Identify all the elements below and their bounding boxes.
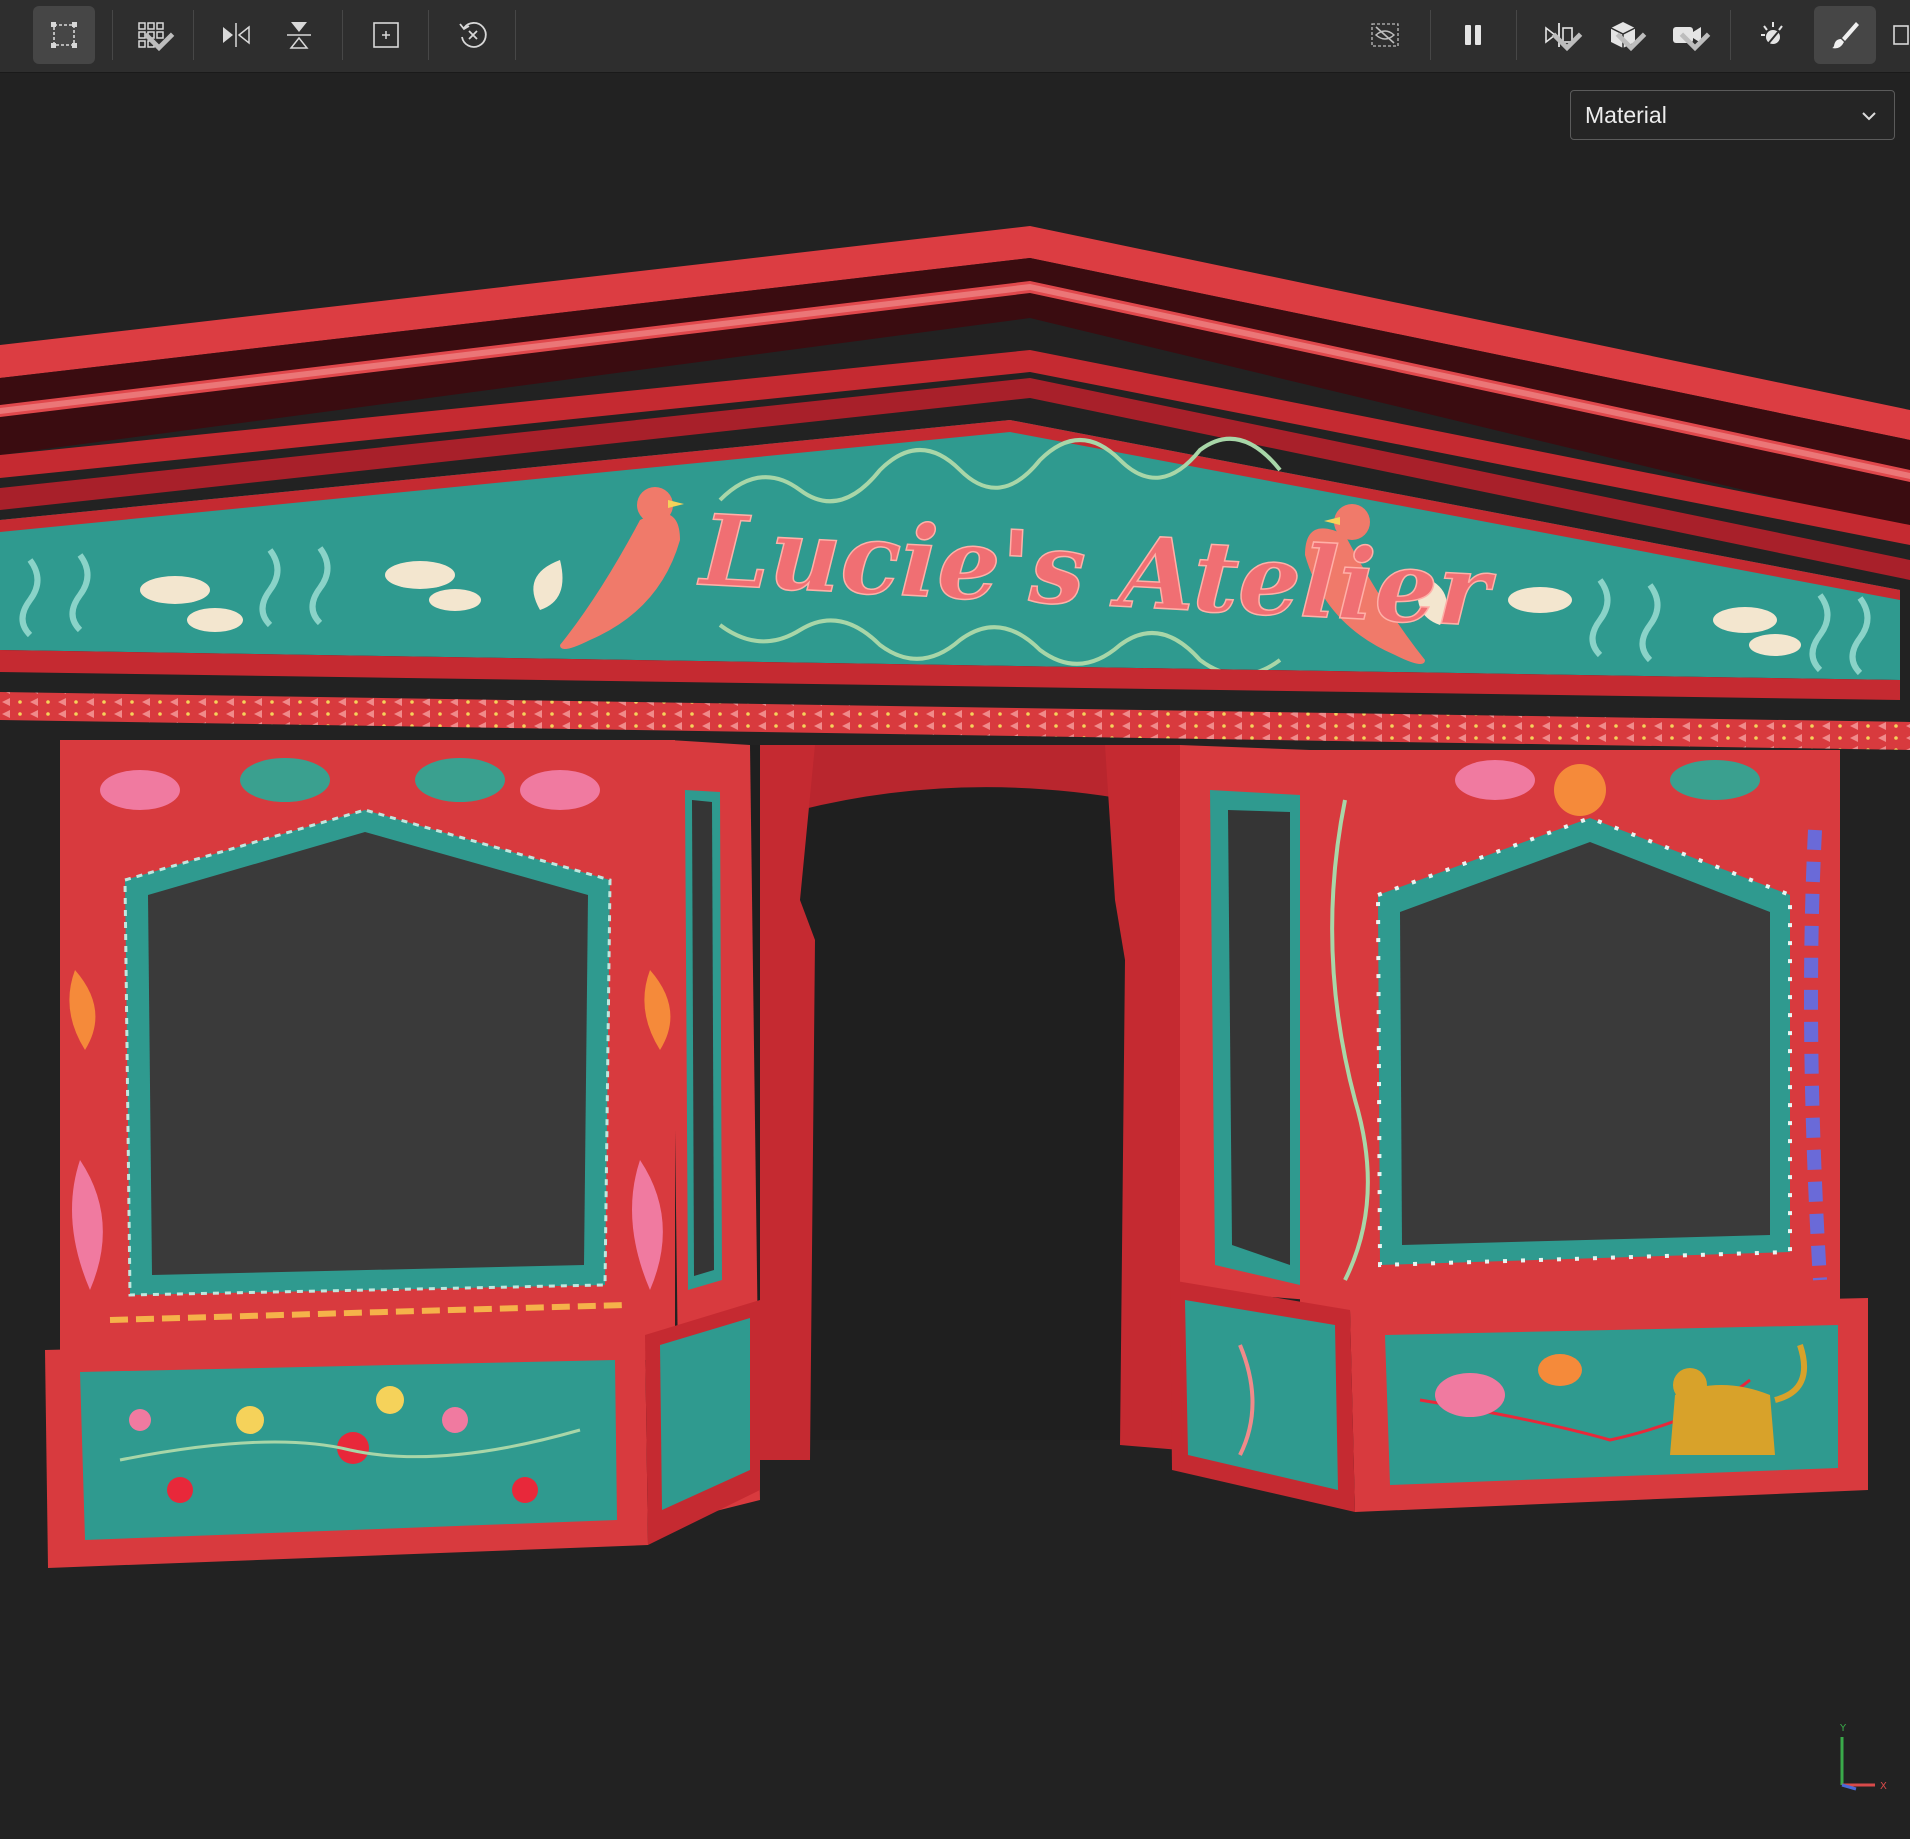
flip-horizontal-icon xyxy=(223,23,250,47)
frame-selection-button[interactable] xyxy=(355,6,417,64)
paint-brush-button[interactable] xyxy=(1814,6,1876,64)
panel-icon xyxy=(1893,25,1909,45)
light-icon xyxy=(1761,22,1783,45)
reset-icon xyxy=(459,22,487,48)
pause-button[interactable] xyxy=(1442,6,1504,64)
select-bounds-button[interactable] xyxy=(33,6,95,64)
pause-icon xyxy=(1465,25,1481,45)
select-bounds-icon xyxy=(51,22,77,48)
axis-x-label: X xyxy=(1880,1781,1887,1792)
panel-toggle-button[interactable] xyxy=(1890,6,1910,64)
grid-select-button[interactable] xyxy=(120,6,182,64)
chevron-down-icon xyxy=(143,32,175,52)
left-shopfront xyxy=(45,740,760,1568)
axis-gizmo: Y X xyxy=(1839,1723,1887,1792)
camera-button[interactable] xyxy=(1656,6,1718,64)
viewport-toolbar xyxy=(0,0,1910,73)
chevron-down-icon xyxy=(1679,32,1711,52)
chevron-down-icon xyxy=(1551,32,1583,52)
chevron-down-icon xyxy=(1615,32,1647,52)
brush-icon xyxy=(1832,22,1859,49)
object-view-button[interactable] xyxy=(1592,6,1654,64)
scene-render: Lucie's Atelier xyxy=(0,226,1910,1568)
frame-icon xyxy=(373,22,399,48)
reset-transform-button[interactable] xyxy=(442,6,504,64)
3d-viewport[interactable]: Lucie's Atelier xyxy=(0,72,1910,1839)
axis-y-label: Y xyxy=(1839,1723,1847,1734)
chevron-down-icon xyxy=(1862,112,1876,121)
view-mode-dropdown[interactable]: Material xyxy=(1570,90,1895,140)
flip-vertical-icon xyxy=(287,22,311,49)
light-settings-button[interactable] xyxy=(1742,6,1804,64)
view-mode-selected: Material xyxy=(1585,101,1667,128)
hide-toggle-button[interactable] xyxy=(1354,6,1416,64)
eye-hidden-icon xyxy=(1371,23,1399,47)
mirror-view-button[interactable] xyxy=(1528,6,1590,64)
flip-vertical-button[interactable] xyxy=(268,6,330,64)
flip-horizontal-button[interactable] xyxy=(205,6,267,64)
